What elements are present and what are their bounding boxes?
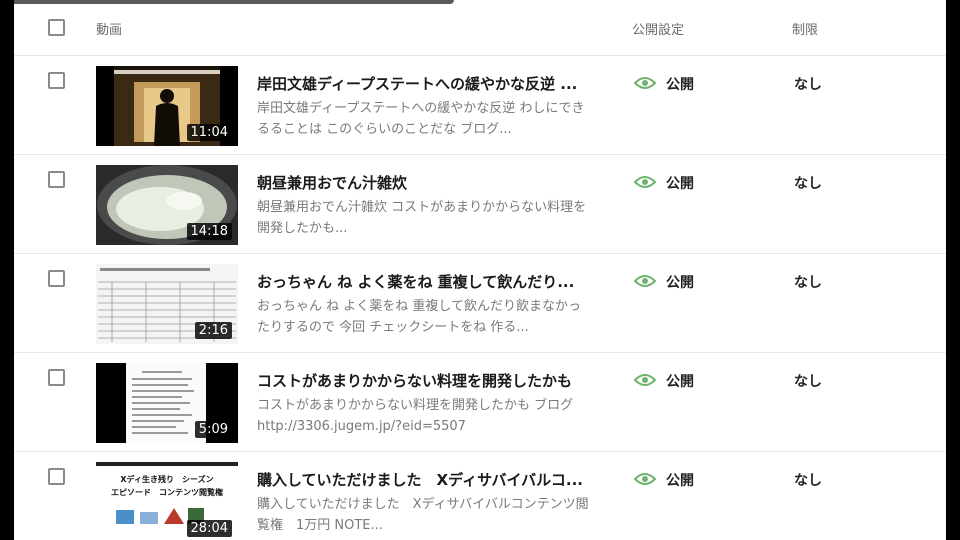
visibility-label: 公開 [666, 374, 694, 390]
table-header: 動画 公開設定 制限 [14, 0, 946, 56]
eye-icon [634, 374, 656, 386]
video-duration: 11:04 [186, 124, 232, 141]
video-row[interactable]: Xディ生き残り シーズン エピソード コンテンツ閲覧権 28:04 購入していた… [14, 452, 946, 540]
visibility-label: 公開 [666, 176, 694, 192]
video-thumbnail[interactable]: 14:18 [96, 165, 238, 245]
select-all-checkbox[interactable] [48, 19, 65, 36]
video-description: 朝昼兼用おでん汁雑炊 コストがあまりかからない料理を開発したかも... [257, 200, 587, 236]
video-title[interactable]: おっちゃん ね よく薬をね 重複して飲んだり... [257, 271, 587, 292]
video-duration: 5:09 [194, 421, 232, 438]
video-duration: 28:04 [186, 520, 232, 537]
eye-icon [634, 77, 656, 89]
row-checkbox[interactable] [48, 468, 65, 485]
video-thumbnail[interactable]: 11:04 [96, 66, 238, 146]
video-description: コストがあまりかからない料理を開発したかも ブログ http://3306.ju… [257, 398, 600, 434]
video-row[interactable]: 14:18 朝昼兼用おでん汁雑炊 朝昼兼用おでん汁雑炊 コストがあまりかからない… [14, 155, 946, 254]
thumbnail-text-line1: Xディ生き残り シーズン [120, 474, 213, 484]
video-row[interactable]: 2:16 おっちゃん ね よく薬をね 重複して飲んだり... おっちゃん ね よ… [14, 254, 946, 353]
video-title[interactable]: コストがあまりかからない料理を開発したかも [257, 370, 587, 391]
column-header-restriction[interactable]: 制限 [792, 19, 818, 38]
content-list-panel: 動画 公開設定 制限 11:04 岸田文雄ディープステートへの緩やかな反逆 ..… [14, 0, 946, 540]
thumbnail-text-line2: エピソード コンテンツ閲覧権 [111, 487, 223, 497]
restriction-value: なし [794, 176, 822, 192]
row-checkbox[interactable] [48, 72, 65, 89]
video-description: おっちゃん ね よく薬をね 重複して飲んだり飲まなかったりするので 今回 チェッ… [257, 299, 582, 335]
restriction-value: なし [794, 77, 822, 93]
video-thumbnail[interactable]: Xディ生き残り シーズン エピソード コンテンツ閲覧権 28:04 [96, 462, 238, 540]
visibility-label: 公開 [666, 275, 694, 291]
row-checkbox[interactable] [48, 270, 65, 287]
video-duration: 14:18 [186, 223, 232, 240]
column-header-video: 動画 [96, 23, 123, 38]
video-thumbnail[interactable]: 5:09 [96, 363, 238, 443]
eye-icon [634, 176, 656, 188]
eye-icon [634, 275, 656, 287]
video-thumbnail[interactable]: 2:16 [96, 264, 238, 344]
column-header-visibility[interactable]: 公開設定 [632, 19, 684, 38]
row-checkbox[interactable] [48, 369, 65, 386]
restriction-value: なし [794, 275, 822, 291]
video-title[interactable]: 購入していただけました Xディサバイバルコ... [257, 469, 587, 490]
video-description: 岸田文雄ディープステートへの緩やかな反逆 わしにできるることは このぐらいのこと… [257, 101, 585, 137]
video-title[interactable]: 朝昼兼用おでん汁雑炊 [257, 172, 587, 193]
restriction-value: なし [794, 473, 822, 489]
video-row[interactable]: 11:04 岸田文雄ディープステートへの緩やかな反逆 ... 岸田文雄ディープス… [14, 56, 946, 155]
video-title[interactable]: 岸田文雄ディープステートへの緩やかな反逆 ... [257, 73, 587, 94]
row-checkbox[interactable] [48, 171, 65, 188]
video-duration: 2:16 [194, 322, 232, 339]
video-description: 購入していただけました Xディサバイバルコンテンツ閲覧権 1万円 NOTE... [257, 497, 589, 533]
visibility-label: 公開 [666, 77, 694, 93]
restriction-value: なし [794, 374, 822, 390]
eye-icon [634, 473, 656, 485]
video-row[interactable]: 5:09 コストがあまりかからない料理を開発したかも コストがあまりかからない料… [14, 353, 946, 452]
visibility-label: 公開 [666, 473, 694, 489]
